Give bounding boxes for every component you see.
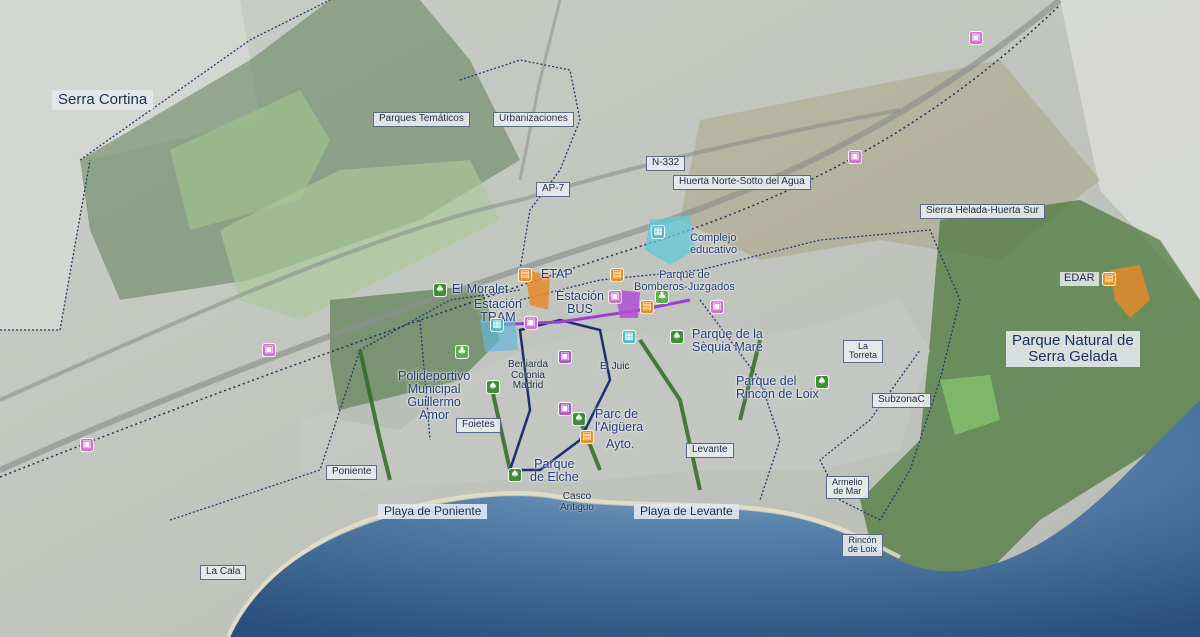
label-etap: ETAP [541,267,573,281]
label-subzona-c: SubzonaC [872,393,931,408]
label-parque-rincon: Parque del Rincón de Loix [736,374,819,402]
label-n332: N-332 [646,156,686,171]
bus-station-icon[interactable]: ▣ [608,290,622,304]
label-huerta-norte: Huerta Norte-Sotto del Agua [673,175,811,190]
park-icon[interactable]: ♣ [655,290,669,304]
train-icon[interactable]: ▣ [262,343,276,357]
label-levante: Levante [686,443,734,458]
train-icon[interactable]: ▣ [848,150,862,164]
tram-station-icon[interactable]: ▣ [524,316,538,330]
train-icon[interactable]: ▣ [558,350,572,364]
label-parque-sequia: Parque de la Sèquia Mare [692,327,763,355]
label-serra-cortina: Serra Cortina [52,90,154,110]
label-la-cala: La Cala [200,565,247,580]
label-parc-aiguera: Parc de l'Aigüera [595,407,644,435]
label-poniente: Poniente [326,465,378,480]
label-ap7: AP-7 [536,182,571,197]
label-armelio-mar: Armelio de Mar [826,476,869,499]
label-ayto: Ayto. [606,437,635,451]
label-playa-poniente: Playa de Poniente [378,504,488,519]
label-parques-tematicos: Parques Temáticos [373,112,470,127]
label-la-torreta: La Torreta [843,340,884,363]
education-icon[interactable]: ▦ [490,318,504,332]
label-parque-elche: Parque de Elche [530,457,579,485]
label-parque-natural: Parque Natural de Serra Gelada [1006,331,1140,367]
education-icon[interactable]: ▦ [651,225,665,239]
map-base [0,0,1200,637]
city-map[interactable]: Serra Cortina Parques Temáticos Urbaniza… [0,0,1200,637]
park-icon[interactable]: ♠ [486,380,500,394]
industry-icon[interactable]: ▤ [580,430,594,444]
park-icon[interactable]: ♠ [670,330,684,344]
park-icon[interactable]: ♣ [455,345,469,359]
label-el-moralet: El Moralet [452,282,509,296]
label-polideportivo: Polideportivo Municipal Guillermo Amor [398,369,471,423]
education-icon[interactable]: ▦ [622,330,636,344]
label-beniarda-colonia: Beniarda Colonia Madrid [508,359,549,391]
industry-icon[interactable]: ▤ [610,268,624,282]
park-icon[interactable]: ♠ [508,468,522,482]
park-icon[interactable]: ♠ [572,412,586,426]
label-el-juic: El Juic [600,361,630,372]
label-edar: EDAR [1060,272,1099,286]
label-urbanizaciones: Urbanizaciones [493,112,574,127]
label-foietes: Foietes [456,418,501,433]
label-sierra-helada-huerta: Sierra Helada-Huerta Sur [920,204,1045,219]
train-icon[interactable]: ▣ [558,402,572,416]
park-icon[interactable]: ♠ [433,283,447,297]
label-complejo-educativo: Complejo educativo [690,232,738,256]
train-icon[interactable]: ▣ [80,438,94,452]
industry-icon[interactable]: ▤ [1102,272,1116,286]
train-icon[interactable]: ▣ [710,300,724,314]
industry-icon[interactable]: ▤ [518,268,532,282]
train-icon[interactable]: ▣ [969,31,983,45]
label-rincon-loix: Rincón de Loix [842,534,884,557]
label-estacion-bus: Estación BUS [556,289,604,317]
label-casco-antiguo: Casco Antiguo [560,491,594,513]
label-parque-bomberos: Parque de Bomberos-Juzgados [634,269,735,293]
label-playa-levante: Playa de Levante [634,504,739,519]
park-icon[interactable]: ♠ [815,375,829,389]
industry-icon[interactable]: ▤ [640,300,654,314]
